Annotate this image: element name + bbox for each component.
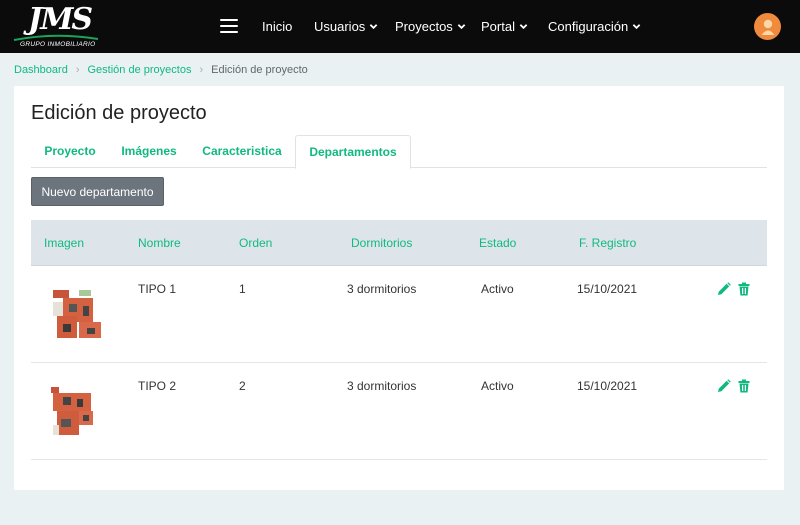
chevron-down-icon bbox=[457, 24, 466, 30]
chevron-down-icon bbox=[519, 24, 528, 30]
trash-icon[interactable] bbox=[737, 282, 751, 296]
cell-estado: Activo bbox=[481, 282, 514, 296]
column-header-fecha-registro: F. Registro bbox=[579, 236, 637, 250]
tab-departamentos[interactable]: Departamentos bbox=[295, 135, 411, 169]
column-header-orden: Orden bbox=[239, 236, 273, 250]
cell-orden: 1 bbox=[239, 282, 246, 296]
cell-dormitorios: 3 dormitorios bbox=[347, 282, 417, 296]
tab-proyecto[interactable]: Proyecto bbox=[31, 135, 109, 168]
nav-label: Inicio bbox=[262, 19, 293, 34]
nav-item-portal[interactable]: Portal bbox=[481, 0, 528, 53]
cell-orden: 2 bbox=[239, 379, 246, 393]
user-silhouette-icon bbox=[761, 19, 774, 35]
nav-item-inicio[interactable]: Inicio bbox=[262, 0, 292, 53]
new-department-button[interactable]: Nuevo departamento bbox=[31, 177, 164, 206]
column-header-dormitorios: Dormitorios bbox=[351, 236, 413, 250]
tab-imagenes[interactable]: Imágenes bbox=[109, 135, 189, 168]
pencil-icon[interactable] bbox=[717, 282, 731, 296]
tab-bar: Proyecto Imágenes Caracteristica Departa… bbox=[31, 135, 767, 169]
logo-subtitle: GRUPO INMOBILIARIO bbox=[20, 41, 96, 48]
tab-caracteristica[interactable]: Caracteristica bbox=[189, 135, 295, 168]
nav-item-configuracion[interactable]: Configuración bbox=[548, 0, 641, 53]
page-title: Edición de proyecto bbox=[31, 102, 207, 124]
table-row: TIPO 1 1 3 dormitorios Activo 15/10/2021 bbox=[31, 266, 767, 363]
pencil-icon[interactable] bbox=[717, 379, 731, 393]
breadcrumb-gestion-proyectos[interactable]: Gestión de proyectos bbox=[88, 64, 192, 76]
chevron-down-icon bbox=[632, 24, 641, 30]
nav-label: Portal bbox=[481, 19, 515, 34]
user-avatar-icon[interactable] bbox=[754, 13, 781, 40]
column-header-nombre: Nombre bbox=[138, 236, 181, 250]
breadcrumb-current: Edición de proyecto bbox=[211, 64, 308, 76]
breadcrumb-dashboard[interactable]: Dashboard bbox=[14, 64, 68, 76]
table-header: Imagen Nombre Orden Dormitorios Estado F… bbox=[31, 220, 767, 266]
cell-nombre: TIPO 2 bbox=[138, 379, 177, 393]
table-row: TIPO 2 2 3 dormitorios Activo 15/10/2021 bbox=[31, 363, 767, 460]
column-header-estado: Estado bbox=[479, 236, 517, 250]
chevron-down-icon bbox=[370, 24, 378, 30]
nav-label: Configuración bbox=[548, 19, 629, 34]
floorplan-thumbnail[interactable] bbox=[43, 375, 111, 443]
row-actions bbox=[717, 282, 751, 296]
cell-fecha-registro: 15/10/2021 bbox=[577, 379, 638, 393]
nav-label: Usuarios bbox=[314, 19, 366, 34]
top-navbar: JMS GRUPO INMOBILIARIO Inicio Usuarios P… bbox=[0, 0, 800, 53]
project-edit-card: Edición de proyecto Proyecto Imágenes Ca… bbox=[14, 86, 784, 490]
hamburger-icon[interactable] bbox=[220, 19, 238, 33]
cell-estado: Activo bbox=[481, 379, 514, 393]
breadcrumb-separator: › bbox=[75, 64, 80, 76]
logo-mark: JMS bbox=[28, 2, 93, 37]
nav-label: Proyectos bbox=[395, 19, 453, 34]
floorplan-thumbnail[interactable] bbox=[43, 278, 111, 346]
nav-item-usuarios[interactable]: Usuarios bbox=[314, 0, 378, 53]
row-actions bbox=[717, 379, 751, 393]
trash-icon[interactable] bbox=[737, 379, 751, 393]
column-header-imagen: Imagen bbox=[44, 236, 85, 250]
cell-nombre: TIPO 1 bbox=[138, 282, 177, 296]
brand-logo[interactable]: JMS GRUPO INMOBILIARIO bbox=[10, 4, 102, 50]
cell-fecha-registro: 15/10/2021 bbox=[577, 282, 638, 296]
cell-dormitorios: 3 dormitorios bbox=[347, 379, 417, 393]
nav-item-proyectos[interactable]: Proyectos bbox=[395, 0, 466, 53]
breadcrumb: Dashboard › Gestión de proyectos › Edici… bbox=[14, 63, 308, 77]
breadcrumb-separator: › bbox=[199, 64, 204, 76]
